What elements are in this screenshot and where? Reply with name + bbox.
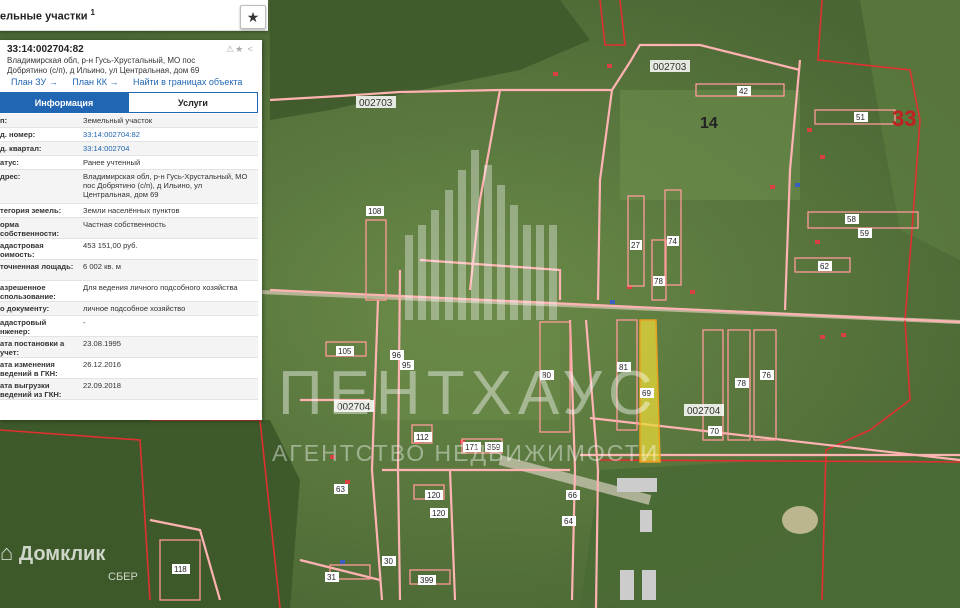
attribute-value: Владимирская обл, р-н Гусь-Хрустальный, … — [83, 172, 248, 199]
attribute-value: Ранее учтенный — [83, 158, 141, 167]
svg-text:62: 62 — [820, 262, 829, 271]
attribute-key: д. квартал: — [0, 144, 42, 153]
svg-text:51: 51 — [856, 113, 865, 122]
attribute-value: 23.08.1995 — [83, 339, 122, 348]
attribute-row: д. квартал: 33:14:002704 — [0, 142, 258, 156]
attribute-value: 453 151,00 руб. — [83, 241, 138, 250]
svg-text:59: 59 — [860, 229, 869, 238]
svg-text:70: 70 — [710, 427, 719, 436]
attribute-key: адастровый нженер: — [0, 318, 47, 336]
svg-text:108: 108 — [368, 207, 382, 216]
attribute-value: 26.12.2016 — [83, 360, 122, 369]
attribute-value: 22.09.2018 — [83, 381, 122, 390]
svg-text:78: 78 — [654, 277, 663, 286]
watermark-sub: АГЕНТСТВО НЕДВИЖИМОСТИ — [272, 440, 660, 466]
svg-text:002703: 002703 — [359, 98, 393, 109]
attribute-row: дрес: Владимирская обл, р-н Гусь-Хрусталь… — [0, 170, 258, 204]
watermark-main: ПЕНТХАУС — [278, 359, 659, 428]
svg-text:42: 42 — [739, 87, 748, 96]
attribute-key: п: — [0, 116, 8, 125]
panel-tabs: Информация Услуги — [0, 92, 258, 113]
attribute-key: о документу: — [0, 304, 50, 313]
block-label-1: 002703 — [356, 96, 396, 109]
sber-logo-text: СБЕР — [108, 571, 138, 583]
attribute-value: Земельный участок — [83, 116, 153, 125]
svg-text:120: 120 — [427, 491, 441, 500]
tab-services[interactable]: Услуги — [128, 92, 258, 113]
attribute-key: ата изменения ведений в ГКН: — [0, 360, 58, 378]
attribute-row: ата выгрузки ведений из ГКН: 22.09.2018 — [0, 379, 258, 400]
attribute-value[interactable]: 33:14:002704 — [83, 144, 253, 153]
attribute-row: адастровый нженер: - — [0, 316, 258, 337]
attribute-key: азрешенное спользование: — [0, 283, 56, 301]
block-label-2: 002703 — [650, 60, 690, 73]
attribute-row: п: Земельный участок — [0, 114, 258, 128]
svg-text:74: 74 — [668, 237, 677, 246]
plan-kk-link[interactable]: План КК → — [72, 77, 118, 87]
block-label-4: 002704 — [684, 404, 724, 417]
panel-corner-icons[interactable]: ⚠★ < — [226, 44, 254, 55]
plan-zu-link[interactable]: План ЗУ → — [11, 77, 58, 87]
attribute-key: д. номер: — [0, 130, 36, 139]
attribute-row: азрешенное спользование: Для ведения личн… — [0, 281, 258, 302]
attribute-value: Частная собственность — [83, 220, 166, 229]
attribute-row: атус: Ранее учтенный — [0, 156, 258, 170]
svg-text:30: 30 — [384, 557, 393, 566]
attribute-value: Для ведения личного подсобного хозяйства — [83, 283, 238, 292]
attribute-row: орма собственности: Частная собственность — [0, 218, 258, 239]
svg-text:64: 64 — [564, 517, 573, 526]
attribute-value: личное подсобное хозяйство — [83, 304, 186, 313]
star-icon[interactable]: ★ — [240, 5, 266, 29]
quarter-label-14: 14 — [700, 115, 718, 132]
attribute-key: атус: — [0, 158, 19, 167]
svg-text:118: 118 — [174, 565, 187, 574]
svg-text:63: 63 — [336, 485, 345, 494]
svg-text:27: 27 — [631, 241, 640, 250]
attribute-value: Земли населённых пунктов — [83, 206, 180, 215]
panel-header-title: ельные участки 1 — [0, 8, 95, 23]
attribute-key: точненная лощадь: — [0, 262, 74, 271]
attribute-value: - — [83, 318, 86, 327]
svg-text:002704: 002704 — [687, 406, 721, 417]
parcel-info-panel: 33:14:002704:82 Владимирская обл, р-н Гу… — [0, 40, 262, 420]
svg-text:31: 31 — [327, 573, 336, 582]
svg-text:76: 76 — [762, 371, 771, 380]
domclick-logo: ⌂ Домклик — [0, 540, 106, 565]
svg-text:120: 120 — [432, 509, 446, 518]
attribute-row: о документу: личное подсобное хозяйство — [0, 302, 258, 316]
attribute-key: ата выгрузки ведений из ГКН: — [0, 381, 62, 399]
svg-text:399: 399 — [420, 576, 434, 585]
svg-text:66: 66 — [568, 491, 577, 500]
attribute-row: д. номер: 33:14:002704:82 — [0, 128, 258, 142]
attribute-value[interactable]: 33:14:002704:82 — [83, 130, 253, 139]
attribute-key: дрес: — [0, 172, 21, 181]
svg-text:002703: 002703 — [653, 62, 687, 73]
attribute-key: адастровая оимость: — [0, 241, 44, 259]
parcel-attributes-table: п: Земельный участок д. номер: 33:14:002704… — [0, 114, 258, 400]
quarter-label-33: 33 — [892, 106, 916, 131]
parcel-panel-header: ельные участки 1 — [0, 0, 268, 31]
attribute-row: точненная лощадь: 6 002 кв. м — [0, 260, 258, 281]
attribute-key: ата постановки а учет: — [0, 339, 65, 357]
svg-text:58: 58 — [847, 215, 856, 224]
attribute-row: тегория земель: Земли населённых пунктов — [0, 204, 258, 218]
attribute-key: тегория земель: — [0, 206, 62, 215]
svg-text:78: 78 — [737, 379, 746, 388]
attribute-row: ата постановки а учет: 23.08.1995 — [0, 337, 258, 358]
parcel-address: Владимирская обл, р-н Гусь-Хрустальный, … — [7, 56, 200, 75]
attribute-key: орма собственности: — [0, 220, 60, 238]
svg-text:105: 105 — [338, 347, 352, 356]
cadastral-number: 33:14:002704:82 — [7, 44, 84, 55]
tab-information[interactable]: Информация — [0, 92, 128, 113]
attribute-row: ата изменения ведений в ГКН: 26.12.2016 — [0, 358, 258, 379]
attribute-row: адастровая оимость: 453 151,00 руб. — [0, 239, 258, 260]
attribute-value: 6 002 кв. м — [83, 262, 121, 271]
